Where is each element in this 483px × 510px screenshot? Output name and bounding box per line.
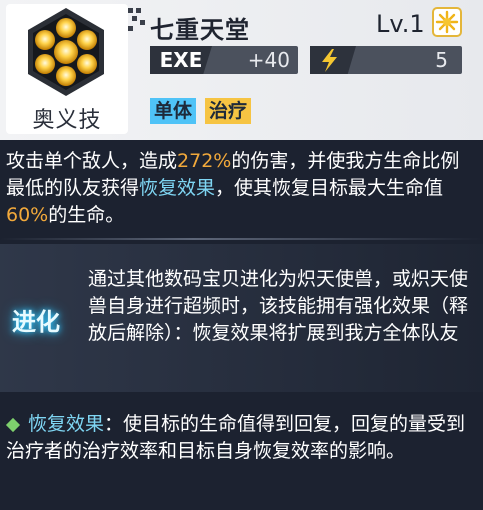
desc-text: 的生命。	[48, 204, 125, 226]
damage-percent: 272%	[177, 150, 232, 172]
skill-card: 奥义技 七重天堂 Lv.1 EXE +40 5 单体 治疗 攻击单个敌人，造成2…	[0, 0, 483, 510]
heal-effect-footnote: 恢复效果：使目标的生命值得到回复，回复的量受到治疗者的治疗效率和目标自身恢复效率…	[6, 411, 476, 465]
exe-value: +40	[247, 48, 290, 72]
exe-label: EXE	[150, 46, 212, 74]
star-sun-badge-icon	[432, 7, 462, 37]
skill-description: 攻击单个敌人，造成272%的伤害，并使我方生命比例最低的队友获得恢复效果，使其恢…	[6, 148, 476, 229]
skill-name: 七重天堂	[150, 16, 250, 44]
skill-type-label: 奥义技	[32, 108, 102, 133]
heal-percent: 60%	[6, 204, 49, 226]
exe-stat: EXE +40	[150, 46, 298, 74]
cost-value: 5	[435, 48, 448, 72]
footnote-term: 恢复效果	[28, 413, 105, 435]
cost-stat: 5	[310, 46, 462, 74]
skill-level: Lv.1	[376, 10, 425, 38]
pixel-decoration	[128, 8, 148, 38]
tag-target: 单体	[150, 98, 197, 124]
heal-effect-term: 恢复效果	[139, 177, 216, 199]
skill-icon-frame: 奥义技	[6, 4, 128, 134]
desc-text: 攻击单个敌人，造成	[6, 150, 178, 172]
seven-orb-hexagon-icon	[28, 8, 104, 96]
section-divider	[0, 238, 483, 240]
desc-text: ，使其恢复目标最大生命值	[215, 177, 444, 199]
evolution-text: 通过其他数码宝贝进化为炽天使兽，或炽天使兽自身进行超频时，该技能拥有强化效果（释…	[88, 268, 469, 344]
skill-header: 奥义技 七重天堂 Lv.1 EXE +40 5 单体 治疗	[0, 0, 483, 140]
evolution-icon: 进化	[12, 308, 60, 336]
tag-effect: 治疗	[205, 98, 252, 124]
lightning-bolt-icon	[322, 49, 337, 72]
cost-icon-wrap	[310, 46, 356, 74]
